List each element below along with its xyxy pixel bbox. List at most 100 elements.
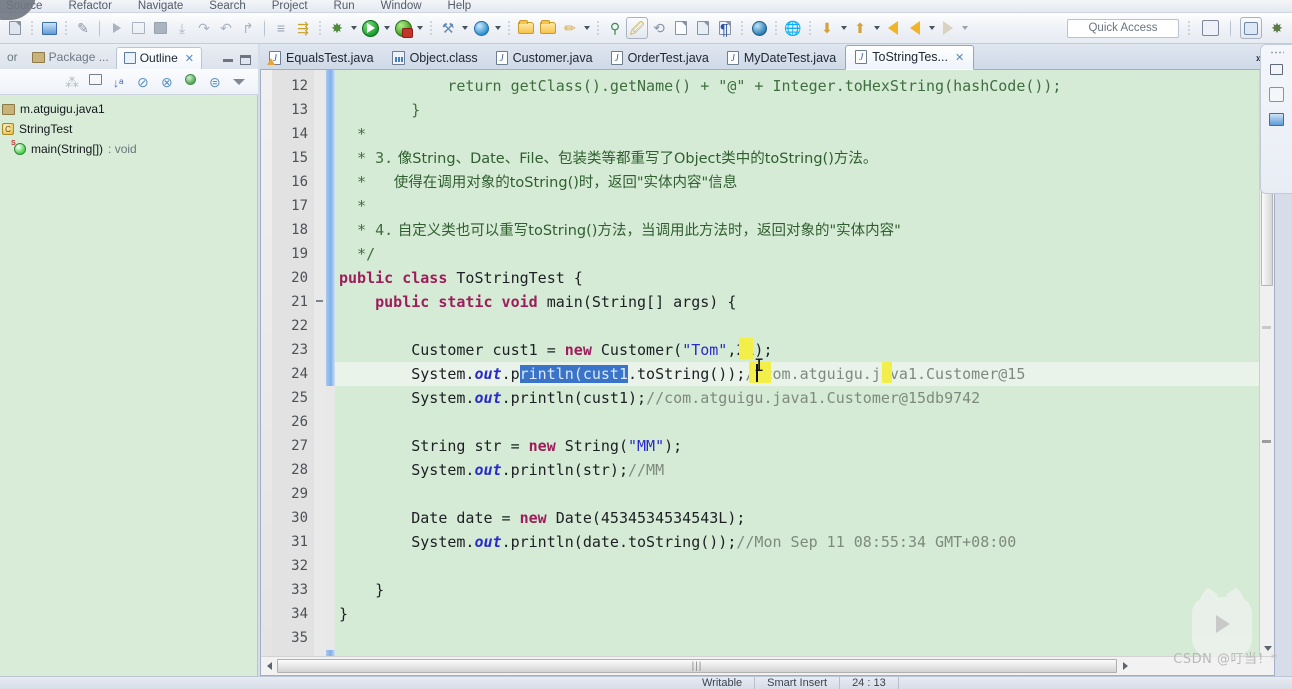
java-perspective-icon[interactable] (1267, 112, 1286, 129)
code-line[interactable] (335, 482, 1274, 506)
run-dropdown-arrow[interactable] (381, 17, 392, 39)
horizontal-scrollbar-thumb[interactable]: ||| (277, 659, 1117, 673)
menu-item-run[interactable]: Run (334, 0, 355, 12)
folding-marker[interactable] (314, 578, 326, 602)
editor-tab-customer[interactable]: J Customer.java (487, 47, 602, 70)
step-return-icon[interactable]: ↶ (215, 17, 237, 39)
toggle-mark-occurrences-icon[interactable]: 🖉 (626, 17, 648, 39)
terminate-icon[interactable] (149, 17, 171, 39)
menu-item-project[interactable]: Project (272, 0, 308, 12)
code-line[interactable]: * (335, 194, 1274, 218)
code-line[interactable]: * (335, 122, 1274, 146)
view-menu-icon[interactable] (233, 74, 248, 89)
folding-marker[interactable] (314, 146, 326, 170)
folding-marker[interactable] (314, 410, 326, 434)
editor-tab-object-class[interactable]: Object.class (383, 47, 487, 70)
previous-annotation-icon[interactable]: ⬇ (816, 17, 838, 39)
save-icon[interactable] (4, 17, 26, 39)
use-step-filters-icon[interactable]: ≡ (270, 17, 292, 39)
search-dropdown-arrow[interactable] (492, 17, 503, 39)
forward-icon[interactable] (904, 17, 926, 39)
folding-marker[interactable] (314, 122, 326, 146)
code-line[interactable]: public static void main(String[] args) { (335, 290, 1274, 314)
code-line[interactable]: * 使得在调用对象的toString()时，返回"实体内容"信息 (335, 170, 1274, 194)
folding-marker[interactable] (314, 338, 326, 362)
code-line[interactable]: System.out.println(date.toString());//Mo… (335, 530, 1274, 554)
collapse-all-icon[interactable] (89, 74, 104, 89)
pencil-dropdown-arrow[interactable] (581, 17, 592, 39)
code-line[interactable]: * 3. 像String、Date、File、包装类等都重写了Object类中的… (335, 146, 1274, 170)
folding-marker[interactable] (314, 530, 326, 554)
folding-marker[interactable] (314, 266, 326, 290)
next-annotation-dropdown-arrow[interactable] (871, 17, 882, 39)
java-perspective-icon[interactable] (1240, 17, 1262, 39)
folding-marker[interactable] (314, 458, 326, 482)
folding-marker[interactable] (314, 554, 326, 578)
close-icon[interactable]: ✕ (185, 52, 194, 65)
folding-marker[interactable] (314, 386, 326, 410)
view-tab-package-explorer[interactable]: Package ... (25, 47, 116, 69)
coverage-icon[interactable] (392, 17, 414, 39)
restore-icon[interactable] (1267, 62, 1286, 79)
next-edit-dropdown-arrow[interactable] (959, 17, 970, 39)
previous-annotation-dropdown-arrow[interactable] (838, 17, 849, 39)
coverage-dropdown-arrow[interactable] (414, 17, 425, 39)
code-line[interactable]: } (335, 98, 1274, 122)
hide-fields-icon[interactable]: ⊘ (137, 74, 152, 89)
code-line[interactable] (335, 314, 1274, 338)
external-tools-dropdown-arrow[interactable] (459, 17, 470, 39)
outline-tree[interactable]: m.atguigu.java1 C StringTest main(String… (0, 95, 258, 676)
code-line[interactable]: System.out.println(cust1);//com.atguigu.… (335, 386, 1274, 410)
folding-marker[interactable] (314, 434, 326, 458)
folding-marker[interactable] (314, 242, 326, 266)
run-icon[interactable] (359, 17, 381, 39)
step-into-icon[interactable]: ⤓ (171, 17, 193, 39)
step-over-icon[interactable]: ↷ (193, 17, 215, 39)
close-icon[interactable]: ✕ (955, 51, 964, 64)
drop-to-frame-icon[interactable]: ↱ (237, 17, 259, 39)
editor-tab-ordertest[interactable]: J OrderTest.java (602, 47, 718, 70)
sort-icon[interactable]: ↓ᵃ (113, 74, 128, 89)
scroll-left-arrow[interactable] (261, 659, 277, 674)
code-line[interactable]: public class ToStringTest { (335, 266, 1274, 290)
quick-access-input[interactable]: Quick Access (1067, 18, 1179, 38)
folding-marker[interactable] (314, 74, 326, 98)
code-line[interactable]: String str = new String("MM"); (335, 434, 1274, 458)
editor-tab-tostringtest[interactable]: J ToStringTes... ✕ (845, 45, 975, 70)
horizontal-scrollbar[interactable]: ||| (261, 656, 1274, 675)
link-icon[interactable]: ⟲ (648, 17, 670, 39)
code-line[interactable] (335, 626, 1274, 650)
folding-marker[interactable] (314, 218, 326, 242)
scroll-right-arrow[interactable] (1117, 659, 1133, 674)
external-tools-icon[interactable]: ⚒ (437, 17, 459, 39)
globe-icon[interactable] (748, 17, 770, 39)
outline-item-method[interactable]: main(String[]) : void (0, 139, 257, 159)
folding-marker[interactable] (314, 506, 326, 530)
folding-marker[interactable] (314, 482, 326, 506)
code-area[interactable]: 12 13 14 15 16 17 18 19 20 21 22 23 24 25 26 27 28 29 30 31… (261, 70, 1274, 656)
pencil-icon[interactable]: ✏ (559, 17, 581, 39)
open-task-icon[interactable] (670, 17, 692, 39)
folding-marker[interactable] (314, 98, 326, 122)
next-annotation-icon[interactable]: ⬆ (849, 17, 871, 39)
open-perspective-icon[interactable] (1199, 17, 1221, 39)
maximize-view-button[interactable] (240, 55, 251, 65)
paragraph-icon[interactable]: ¶ (714, 17, 736, 39)
hide-static-icon[interactable]: ⊗ (161, 74, 176, 89)
outline-item-class[interactable]: C StringTest (0, 119, 257, 139)
web-browser-icon[interactable]: 🌐 (782, 17, 804, 39)
editor-tab-equalstest[interactable]: J EqualsTest.java (260, 47, 383, 70)
folding-marker[interactable] (314, 362, 326, 386)
skip-breakpoints-icon[interactable]: ⇶ (292, 17, 314, 39)
folding-marker[interactable] (314, 170, 326, 194)
code-line[interactable]: } (335, 578, 1274, 602)
debug-dropdown-arrow[interactable] (348, 17, 359, 39)
code-line[interactable]: Customer cust1 = new Customer("Tom",21); (335, 338, 1274, 362)
open-book-icon[interactable] (692, 17, 714, 39)
code-line[interactable]: System.out.println(str);//MM (335, 458, 1274, 482)
code-line[interactable]: System.out.println(cust1.toString());//c… (335, 362, 1274, 386)
minimize-view-button[interactable] (223, 58, 233, 62)
code-line[interactable]: */ (335, 242, 1274, 266)
view-tab-outline[interactable]: Outline ✕ (115, 47, 202, 69)
source-code[interactable]: return getClass().getName() + "@" + Inte… (335, 70, 1274, 656)
